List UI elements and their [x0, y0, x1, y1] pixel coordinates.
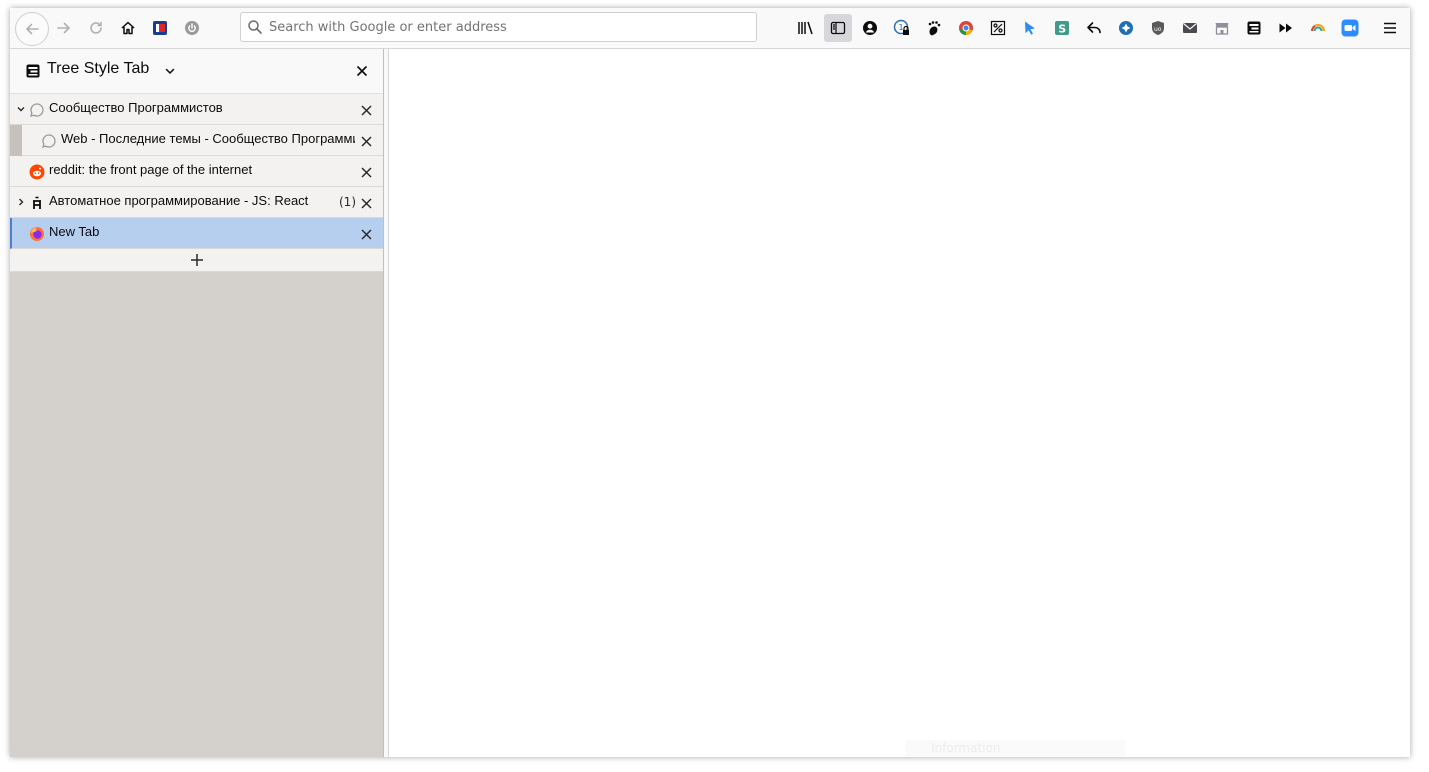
chevron-right-icon[interactable] — [16, 197, 26, 207]
forward-arrow-icon — [57, 22, 70, 34]
sidebar-header: Tree Style Tab — [10, 49, 383, 94]
video-call-button[interactable] — [1336, 14, 1364, 42]
fast-forward-icon — [1279, 23, 1292, 33]
tab-item[interactable]: Сообщество Программистов — [10, 94, 383, 125]
tab-item[interactable]: Автоматное программирование - JS: React … — [10, 187, 383, 218]
close-tab-button[interactable] — [359, 227, 373, 241]
tab-title: reddit: the front page of the internet — [49, 162, 253, 177]
home-button[interactable] — [114, 14, 142, 42]
address-bar[interactable] — [240, 12, 757, 42]
addon-red-blue-icon — [153, 21, 167, 35]
plus-icon — [190, 254, 203, 266]
s-square-button[interactable]: S — [1048, 14, 1076, 42]
firefox-icon — [30, 227, 44, 241]
password-manager-button[interactable]: 1 — [888, 14, 916, 42]
main-menu-button[interactable] — [1376, 14, 1404, 42]
close-tab-button[interactable] — [359, 165, 373, 179]
fast-forward-button[interactable] — [1272, 14, 1300, 42]
svg-text:S: S — [1058, 23, 1066, 36]
addon-button[interactable] — [146, 14, 174, 42]
chrome-ball-button[interactable] — [952, 14, 980, 42]
close-icon — [360, 197, 372, 209]
chevron-down-icon[interactable] — [16, 104, 26, 114]
reload-button[interactable] — [82, 14, 110, 42]
tree-tab-button[interactable] — [1240, 14, 1268, 42]
back-button[interactable] — [15, 12, 49, 46]
svg-text:1: 1 — [899, 23, 904, 32]
s-square-icon: S — [1055, 21, 1069, 36]
close-tab-button[interactable] — [359, 134, 373, 148]
search-input[interactable] — [269, 17, 739, 37]
tab-item[interactable]: Web - Последние темы - Сообщество Програ… — [10, 125, 383, 156]
tab-title: Web - Последние темы - Сообщество Програ… — [61, 131, 355, 146]
tab-item-active[interactable]: New Tab — [10, 218, 383, 249]
ublock-shield-icon: uo — [1152, 21, 1164, 35]
tab-item[interactable]: reddit: the front page of the internet — [10, 156, 383, 187]
home-icon — [121, 21, 135, 35]
forward-button[interactable] — [50, 14, 78, 42]
search-icon — [248, 20, 262, 34]
tab-title: Сообщество Программистов — [49, 100, 223, 115]
rainbow-arc-icon — [1311, 24, 1325, 32]
reply-arrow-icon — [1087, 22, 1101, 34]
reload-icon — [90, 21, 102, 34]
tree-tab-icon — [26, 64, 40, 78]
ublock-button[interactable]: uo — [1144, 14, 1172, 42]
cursor-arrow-icon — [1025, 21, 1035, 35]
percent-icon — [990, 20, 1006, 36]
storefront-icon — [1215, 23, 1229, 35]
tree-style-tab-sidebar: Tree Style Tab Сообщество Программистов … — [10, 49, 384, 757]
close-tab-button[interactable] — [359, 196, 373, 210]
blue-circle-icon — [1119, 21, 1133, 35]
account-icon — [863, 21, 877, 35]
library-button[interactable] — [792, 14, 820, 42]
cursor-button[interactable] — [1016, 14, 1044, 42]
close-icon — [360, 104, 372, 116]
mail-button[interactable] — [1176, 14, 1204, 42]
speech-bubble-icon — [42, 134, 56, 148]
tab-tree: Сообщество Программистов Web - Последние… — [10, 94, 383, 272]
svg-text:uo: uo — [1154, 26, 1162, 33]
mail-icon — [1183, 23, 1197, 33]
power-button[interactable] — [178, 14, 206, 42]
page-content[interactable] — [388, 49, 1410, 757]
sidebar-title[interactable]: Tree Style Tab — [47, 60, 149, 78]
power-icon — [185, 21, 199, 35]
library-icon — [798, 21, 813, 35]
blue-circle-button[interactable] — [1112, 14, 1140, 42]
browser-window: 1 S uo — [10, 8, 1410, 757]
navigation-toolbar: 1 S uo — [10, 8, 1410, 49]
password-lock-icon: 1 — [893, 19, 909, 35]
sidebar-toggle-button[interactable] — [824, 14, 852, 42]
descendant-counter: (1) — [339, 195, 356, 209]
close-icon — [360, 135, 372, 147]
storefront-button[interactable] — [1208, 14, 1236, 42]
sidebar-toggle-icon — [830, 21, 846, 35]
hamburger-menu-icon — [1384, 22, 1396, 34]
ghost-tooltip: Information — [905, 740, 1125, 756]
hexlet-icon — [33, 196, 41, 209]
close-icon — [360, 228, 372, 240]
close-icon — [356, 65, 368, 77]
tree-tab-icon — [1247, 21, 1261, 35]
back-arrow-icon — [26, 23, 39, 35]
tab-title: Автоматное программирование - JS: React — [49, 193, 309, 208]
video-camera-icon — [1341, 19, 1359, 37]
reply-button[interactable] — [1080, 14, 1108, 42]
chevron-down-icon[interactable] — [164, 65, 176, 77]
tab-title: New Tab — [49, 224, 100, 239]
reddit-icon — [29, 164, 45, 180]
close-tab-button[interactable] — [359, 103, 373, 117]
rainbow-button[interactable] — [1304, 14, 1332, 42]
chrome-ball-icon — [959, 21, 973, 35]
gnome-extensions-button[interactable] — [920, 14, 948, 42]
close-icon — [360, 166, 372, 178]
new-tab-button[interactable] — [10, 249, 383, 272]
gnome-foot-icon — [928, 21, 941, 36]
close-sidebar-button[interactable] — [353, 62, 371, 80]
speech-bubble-icon — [30, 103, 44, 117]
account-button[interactable] — [856, 14, 884, 42]
percent-button[interactable] — [984, 14, 1012, 42]
